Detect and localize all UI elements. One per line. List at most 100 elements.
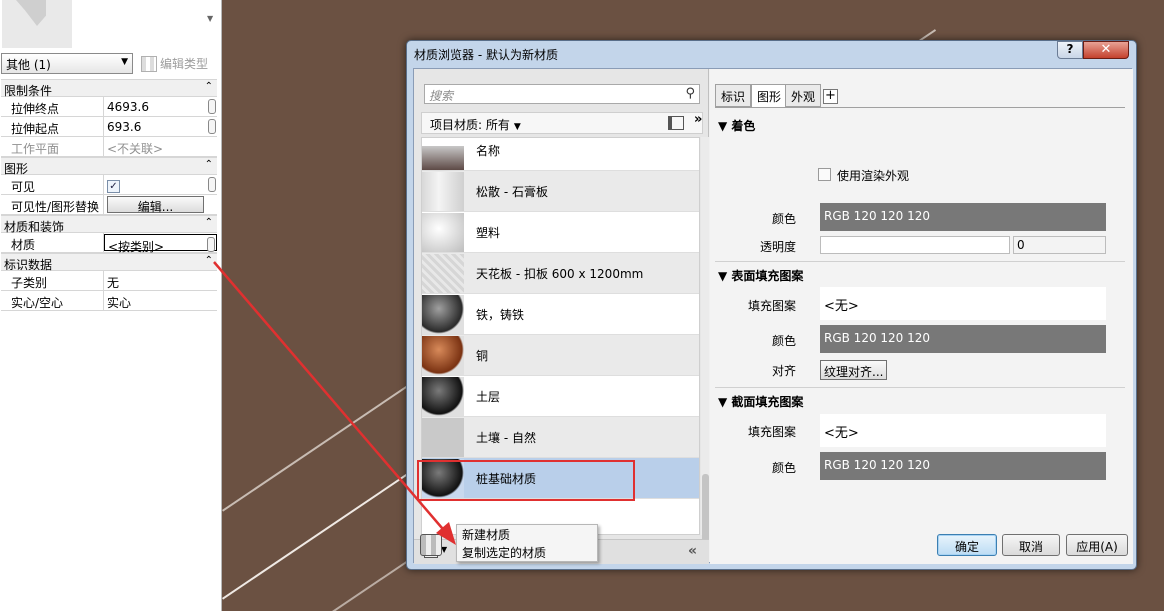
scroll-thumb[interactable] [208, 119, 216, 134]
filter-label-text: 项目材质: 所有 [430, 118, 510, 132]
column-header-name: 名称 [476, 144, 501, 158]
collapse-icon[interactable]: ⌃ [205, 255, 213, 266]
section-title: 标识数据 [4, 258, 53, 272]
material-thumbnail [422, 335, 464, 375]
property-label: 材质 [1, 233, 104, 252]
selection-highlight-box [417, 460, 635, 501]
section-title: 材质和装饰 [4, 220, 65, 234]
material-asset-icon[interactable] [420, 534, 442, 556]
shading-color-swatch[interactable]: RGB 120 120 120 [820, 203, 1106, 231]
expand-library-button[interactable]: » [694, 112, 702, 127]
extrusion-end-field[interactable]: 4693.6 [104, 97, 217, 116]
section-materials[interactable]: 材质和装饰 ⌃ [1, 215, 217, 234]
cancel-button[interactable]: 取消 [1002, 534, 1060, 556]
scroll-thumb[interactable] [208, 177, 216, 192]
cut-pattern-field[interactable]: <无> [820, 414, 1106, 447]
property-row: 子类别 无 [1, 271, 217, 291]
ok-button[interactable]: 确定 [937, 534, 997, 556]
close-button[interactable]: ✕ [1083, 41, 1129, 59]
cut-pattern-section-header[interactable]: ▼ 截面填充图案 [718, 393, 803, 410]
property-row: 工作平面 <不关联> [1, 137, 217, 157]
search-icon: ⚲ [685, 86, 695, 101]
visible-field: ✓ [104, 175, 217, 194]
property-label: 实心/空心 [1, 291, 104, 310]
visible-checkbox[interactable]: ✓ [107, 180, 120, 193]
list-item[interactable]: 塑料 [422, 212, 699, 253]
add-asset-button[interactable]: + [823, 89, 838, 104]
collapse-icon[interactable]: ⌃ [205, 159, 213, 170]
material-name: 天花板 - 扣板 600 x 1200mm [476, 266, 644, 281]
surface-pattern-section-header[interactable]: ▼ 表面填充图案 [718, 267, 803, 284]
edit-type-label: 编辑类型 [160, 57, 209, 71]
property-value: 693.6 [107, 120, 142, 134]
use-render-appearance-checkbox[interactable] [818, 168, 831, 181]
type-preview-thumbnail [2, 0, 72, 48]
edit-type-button[interactable]: 编辑类型 [139, 53, 210, 74]
tab-identity[interactable]: 标识 [715, 84, 752, 107]
chevron-down-icon: ▼ [121, 57, 128, 67]
help-button[interactable]: ? [1057, 41, 1083, 59]
tab-appearance[interactable]: 外观 [785, 84, 822, 107]
menu-item-duplicate-material[interactable]: 复制选定的材质 [457, 543, 597, 561]
search-input[interactable]: 搜索 ⚲ [424, 84, 700, 104]
search-placeholder: 搜索 [429, 89, 454, 103]
transparency-label: 透明度 [759, 240, 796, 254]
subcategory-field[interactable]: 无 [104, 271, 217, 290]
cut-color-swatch[interactable]: RGB 120 120 120 [820, 452, 1106, 480]
section-constraints[interactable]: 限制条件 ⌃ [1, 79, 217, 98]
material-name: 松散 - 石膏板 [476, 184, 548, 199]
cut-pattern-label: 填充图案 [747, 425, 796, 439]
property-label: 工作平面 [1, 137, 104, 156]
list-item[interactable]: 土层 [422, 376, 699, 417]
material-name: 铁，铸铁 [476, 307, 525, 322]
collapse-library-button[interactable]: « [688, 543, 697, 559]
material-thumbnail [422, 253, 464, 293]
filter-bar: 项目材质: 所有 ▼ [421, 112, 703, 134]
list-item[interactable]: 铁，铸铁 [422, 294, 699, 335]
project-materials-filter[interactable]: 项目材质: 所有 ▼ [430, 116, 521, 133]
material-browse-button[interactable] [207, 237, 215, 252]
collapse-icon[interactable]: ⌃ [205, 81, 213, 92]
transparency-slider[interactable] [820, 236, 1010, 254]
shading-section-header[interactable]: ▼ 着色 [718, 117, 755, 134]
section-graphics[interactable]: 图形 ⌃ [1, 157, 217, 176]
texture-align-button[interactable]: 纹理对齐... [820, 360, 888, 380]
section-identity-data[interactable]: 标识数据 ⌃ [1, 253, 217, 272]
list-item[interactable]: 土壤 - 自然 [422, 417, 699, 458]
list-item[interactable]: 铜 [422, 335, 699, 376]
property-row: 实心/空心 实心 [1, 291, 217, 311]
list-item[interactable]: 松散 - 石膏板 [422, 171, 699, 212]
transparency-value-field[interactable]: 0 [1013, 236, 1106, 254]
property-row: 拉伸终点 4693.6 [1, 97, 217, 117]
chevron-down-icon[interactable]: ▼ [441, 545, 455, 558]
scroll-thumb[interactable] [208, 99, 216, 114]
type-selector-value: 其他 (1) [6, 58, 51, 72]
properties-palette: ▼ 其他 (1) ▼ 编辑类型 限制条件 ⌃ 拉伸终点 4693.6 拉伸起点 … [0, 0, 222, 611]
tab-graphics[interactable]: 图形 [751, 84, 788, 108]
collapse-icon[interactable]: ⌃ [205, 217, 213, 228]
cut-color-label: 颜色 [771, 461, 796, 475]
dialog-title: 材质浏览器 - 默认为新材质 [414, 48, 558, 62]
property-row: 可见性/图形替换 编辑... [1, 195, 217, 215]
property-row: 可见 ✓ [1, 175, 217, 195]
list-item[interactable]: 天花板 - 扣板 600 x 1200mm [422, 253, 699, 294]
surface-pattern-field[interactable]: <无> [820, 287, 1106, 320]
type-selector-dropdown[interactable]: 其他 (1) ▼ [1, 53, 133, 74]
visibility-override-field: 编辑... [104, 195, 217, 214]
property-label: 可见性/图形替换 [1, 195, 104, 214]
solid-void-field[interactable]: 实心 [104, 291, 217, 310]
material-field[interactable]: <按类别> [104, 234, 217, 254]
extrusion-start-field[interactable]: 693.6 [104, 117, 217, 136]
apply-button[interactable]: 应用(A) [1066, 534, 1128, 556]
chevron-down-icon: ▼ [513, 122, 521, 132]
toggle-panel-icon[interactable] [668, 116, 684, 130]
list-column-header[interactable]: 名称 [422, 138, 699, 171]
chevron-down-icon[interactable]: ▼ [207, 14, 213, 23]
material-thumbnail [422, 376, 464, 416]
divider [715, 387, 1125, 388]
surface-color-label: 颜色 [771, 334, 796, 348]
menu-item-new-material[interactable]: 新建材质 [457, 525, 597, 543]
property-value: <按类别> [108, 240, 165, 254]
surface-color-swatch[interactable]: RGB 120 120 120 [820, 325, 1106, 353]
edit-visibility-button[interactable]: 编辑... [107, 196, 204, 214]
